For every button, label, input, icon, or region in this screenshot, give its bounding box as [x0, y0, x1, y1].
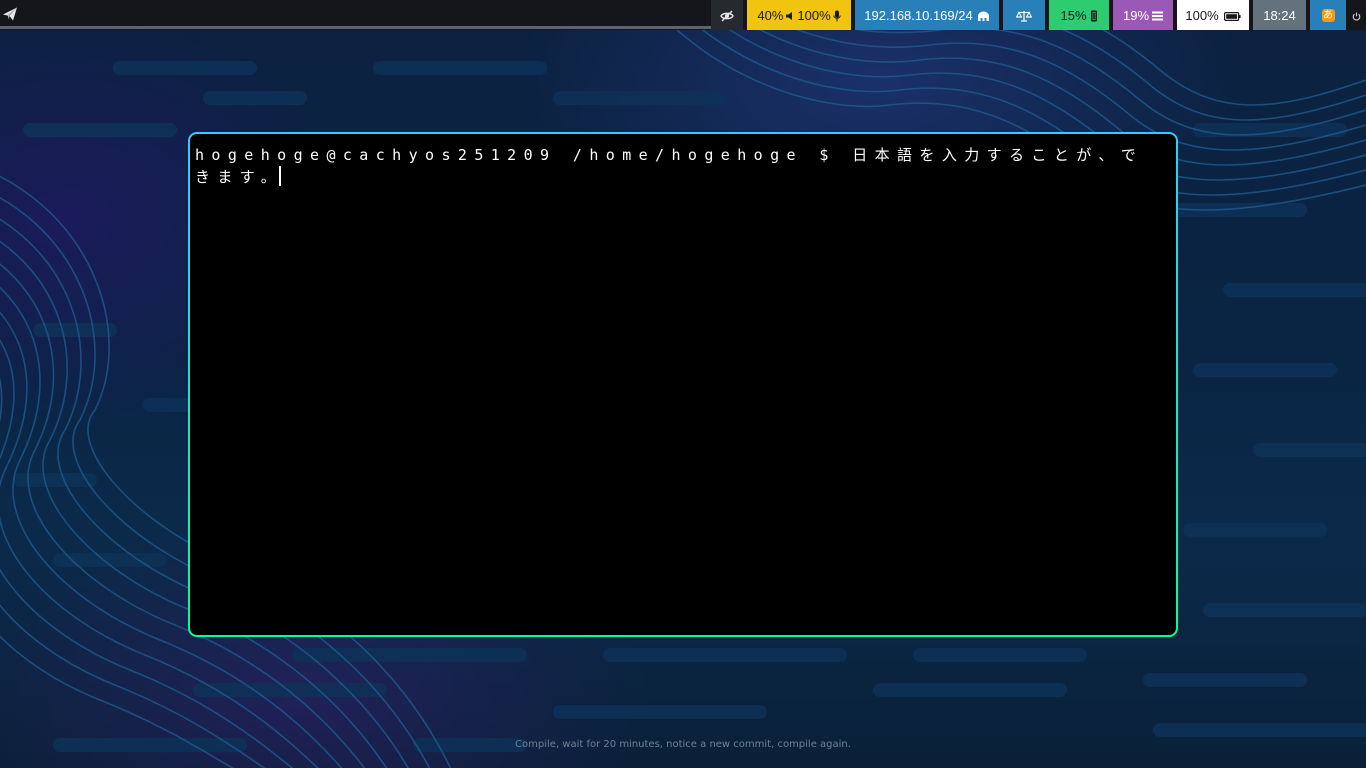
memory-module[interactable]: 19%	[1113, 0, 1173, 30]
memory-value: 19%	[1122, 7, 1150, 23]
battery-module[interactable]: 100%	[1177, 0, 1249, 30]
network-module[interactable]: 192.168.10.169/24	[855, 0, 999, 30]
terminal-window[interactable]: hogehoge@cachyos251209 /home/hogehoge $ …	[188, 132, 1178, 637]
wallpaper-quote: Compile, wait for 20 minutes, notice a n…	[515, 739, 851, 750]
mic-value: 100%	[797, 7, 831, 23]
workspace-indicator	[0, 26, 712, 29]
volume-value: 40%	[757, 7, 784, 23]
wired-network-icon	[977, 8, 990, 23]
balance-scale-icon	[1016, 8, 1032, 23]
microphone-icon	[832, 8, 841, 23]
ime-hiragana-icon: あ	[1321, 8, 1335, 22]
clock-module[interactable]: 18:24	[1253, 0, 1306, 30]
memory-bars-icon	[1152, 8, 1164, 23]
speaker-icon	[785, 8, 795, 23]
shell-prompt: hogehoge@cachyos251209 /home/hogehoge $	[195, 146, 853, 164]
battery-full-icon	[1223, 8, 1241, 23]
cpu-chip-icon	[1090, 8, 1098, 23]
cpu-module[interactable]: 15%	[1049, 0, 1109, 30]
ip-address: 192.168.10.169/24	[864, 7, 973, 23]
power-menu-button[interactable]	[1346, 0, 1366, 30]
text-cursor	[279, 166, 282, 186]
terminal-content[interactable]: hogehoge@cachyos251209 /home/hogehoge $ …	[195, 144, 1165, 188]
eye-slash-icon	[720, 8, 734, 23]
paper-plane-icon[interactable]	[2, 6, 18, 22]
idle-inhibitor-button[interactable]	[711, 0, 743, 30]
power-profile-button[interactable]	[1003, 0, 1045, 30]
input-method-button[interactable]: あ	[1310, 0, 1346, 30]
top-bar: 40% 100% 192.168.10.169/24 15% 19% 100% …	[0, 0, 1366, 30]
power-icon	[1352, 8, 1361, 23]
clock-time: 18:24	[1263, 7, 1296, 23]
battery-value: 100%	[1185, 7, 1219, 23]
audio-module[interactable]: 40% 100%	[747, 0, 851, 30]
cpu-value: 15%	[1060, 7, 1087, 23]
